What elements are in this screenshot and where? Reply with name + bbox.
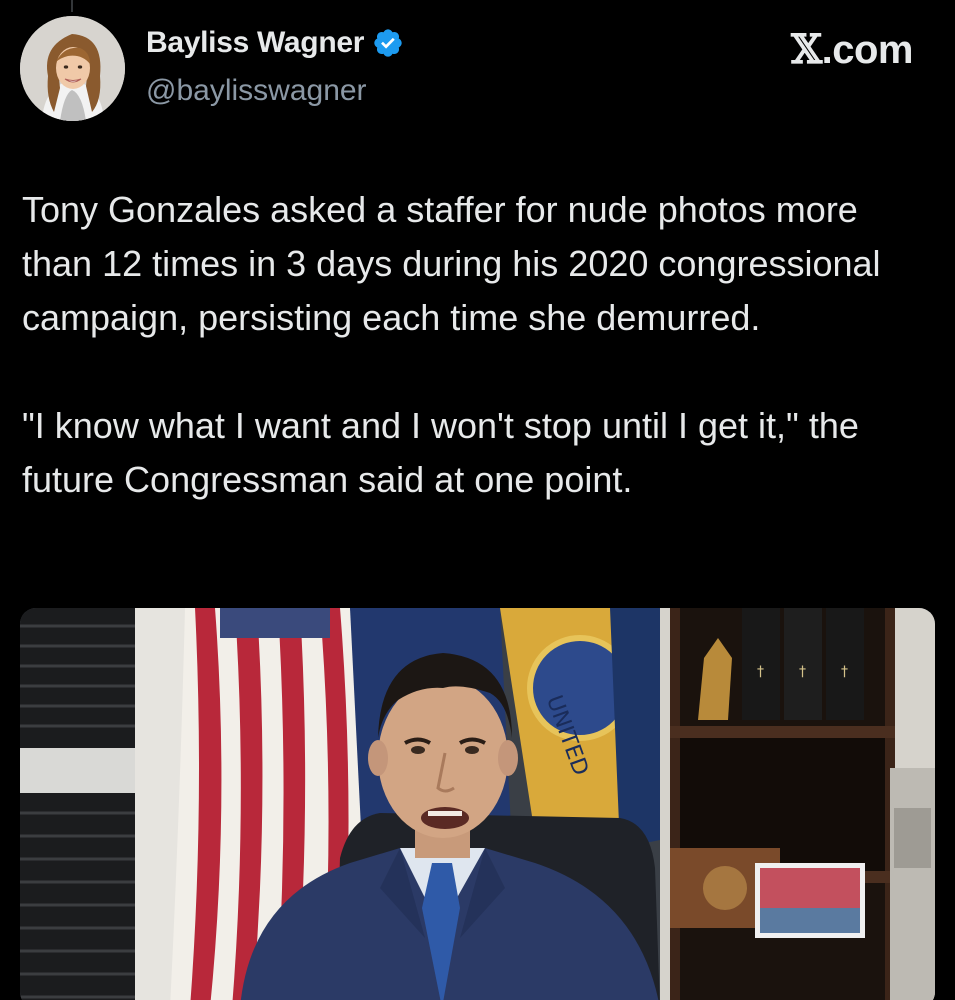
verified-badge-icon: [372, 27, 404, 59]
profile-photo-icon: [20, 16, 125, 121]
author-avatar[interactable]: [20, 16, 125, 121]
svg-text:†: †: [841, 664, 848, 680]
svg-text:†: †: [757, 664, 764, 680]
tweet-body: Tony Gonzales asked a staffer for nude p…: [22, 183, 927, 507]
author-handle[interactable]: @baylisswagner: [146, 74, 367, 108]
x-logo-icon: 𝕏: [791, 26, 822, 73]
author-display-name[interactable]: Bayliss Wagner: [146, 26, 364, 60]
thread-connector-line: [71, 0, 73, 12]
author-name-row[interactable]: Bayliss Wagner: [146, 26, 404, 60]
brand-domain-suffix: .com: [821, 28, 914, 72]
svg-text:†: †: [799, 664, 806, 680]
tweet-media-video[interactable]: UNITED † † †: [20, 608, 935, 1000]
video-still-image: UNITED † † †: [20, 608, 935, 1000]
tweet-paragraph: "I know what I want and I won't stop unt…: [22, 405, 859, 500]
brand-watermark: 𝕏.com: [791, 26, 913, 73]
tweet-paragraph: Tony Gonzales asked a staffer for nude p…: [22, 189, 881, 338]
